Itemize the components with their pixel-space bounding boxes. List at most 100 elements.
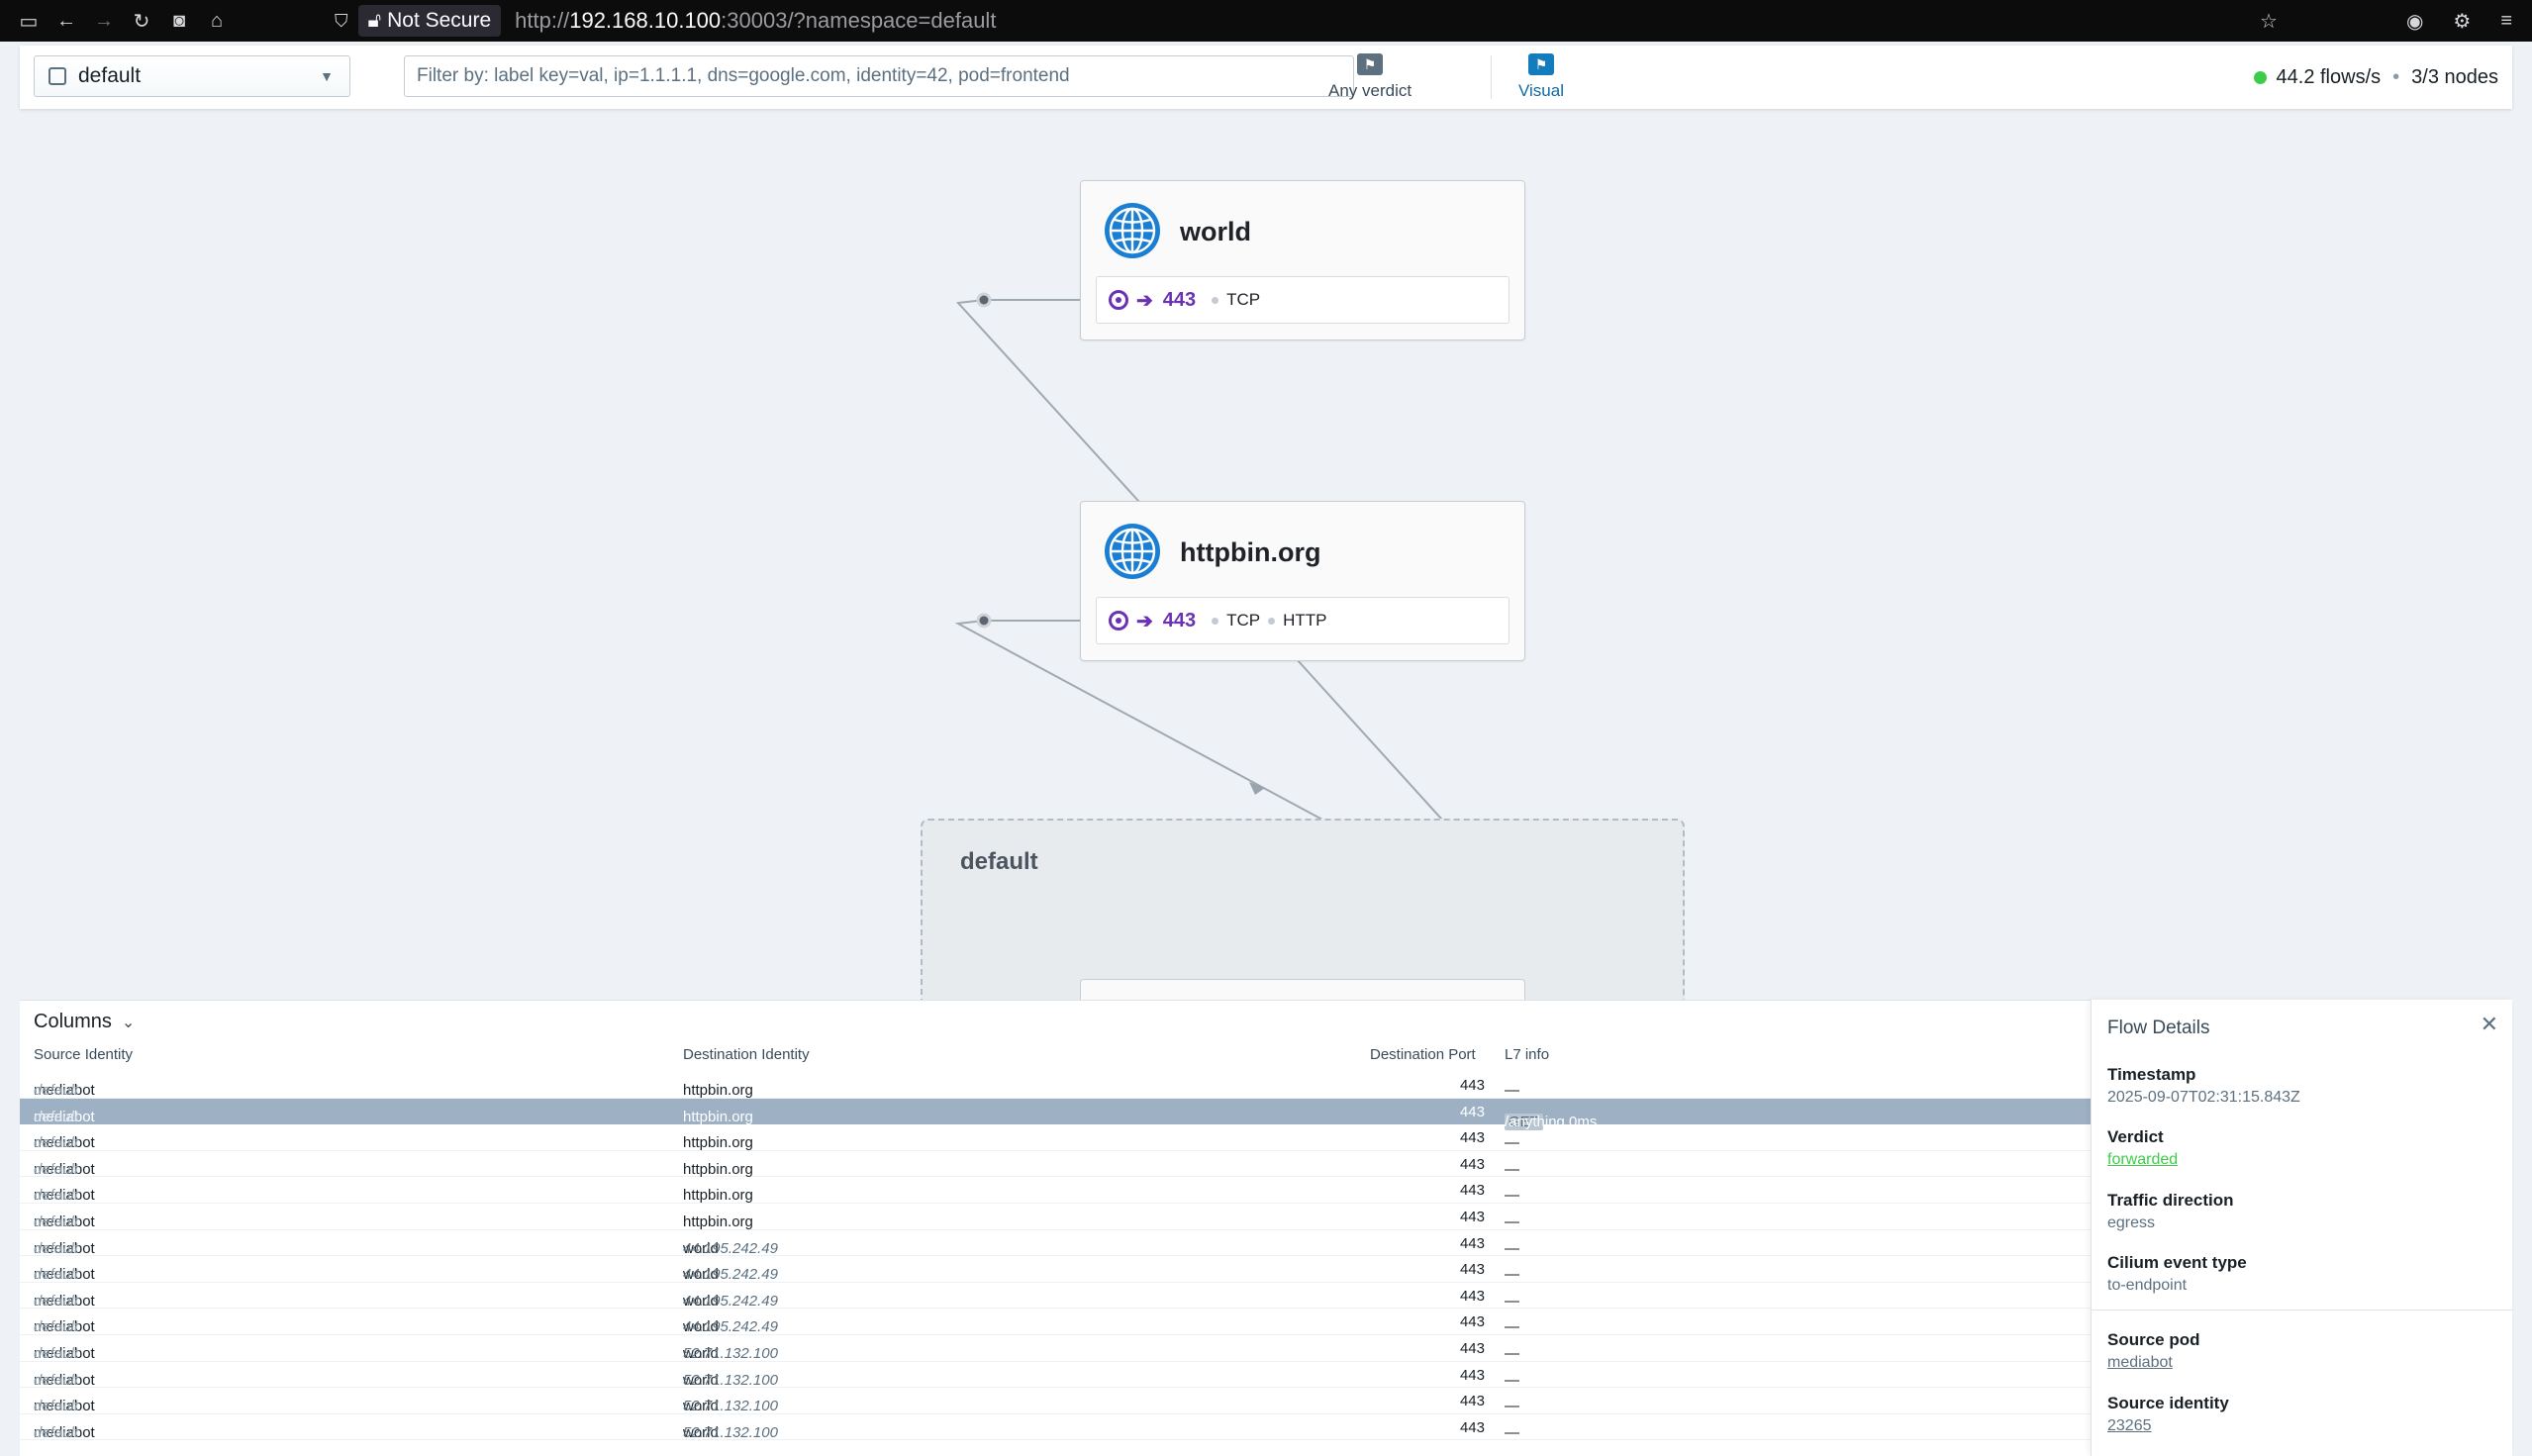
namespace-icon	[49, 67, 66, 85]
toolbar-divider	[1491, 55, 1492, 99]
menu-icon[interactable]: ≡	[2500, 10, 2512, 33]
globe-icon	[1105, 524, 1160, 579]
source-pod-link[interactable]: mediabot	[2107, 1354, 2200, 1372]
l7-info: —	[1505, 1318, 1519, 1336]
table-row[interactable]: mediabot default world 52.71.132.100 443—	[20, 1335, 2091, 1362]
verdict-icon: ⚑	[1357, 53, 1384, 75]
url-text[interactable]: http://192.168.10.100:30003/?namespace=d…	[515, 8, 996, 34]
status-dot	[2253, 70, 2267, 84]
connector-dot-httpbin	[976, 613, 992, 629]
table-row[interactable]: mediabot default world 52.71.132.100 443—	[20, 1388, 2091, 1414]
l7-info: —	[1505, 1266, 1519, 1284]
l7-info: —	[1505, 1239, 1519, 1257]
extensions-icon[interactable]: ⚙	[2453, 9, 2471, 34]
table-row[interactable]: mediabot default world 44.195.242.49 443—	[20, 1230, 2091, 1257]
back-icon[interactable]: ←	[51, 6, 81, 36]
field-timestamp: Timestamp 2025-09-07T02:31:15.843Z	[2107, 1065, 2300, 1106]
l7-info: —	[1505, 1398, 1519, 1415]
destination-port: 443	[1459, 1129, 1485, 1147]
chevron-down-icon: ⌄	[121, 1014, 136, 1031]
service-name: world	[1180, 217, 1251, 246]
table-header: Source Identity Destination Identity Des…	[20, 1046, 2091, 1068]
endpoint-port: 443	[1162, 288, 1197, 311]
bookmark-star-icon[interactable]: ☆	[2260, 9, 2278, 34]
shield-icon: ⛉	[335, 10, 348, 31]
reload-icon[interactable]: ↻	[127, 6, 156, 36]
protocol-http: HTTP	[1283, 611, 1327, 630]
table-row[interactable]: mediabot default httpbin.org 443—	[20, 1072, 2091, 1099]
table-row[interactable]: mediabot default world 52.71.132.100 443—	[20, 1414, 2091, 1441]
visual-toggle-button[interactable]: ⚑ Visual	[1518, 49, 1564, 105]
l7-info: —	[1505, 1187, 1519, 1205]
filter-input[interactable]	[404, 55, 1354, 97]
destination-port: 443	[1459, 1208, 1485, 1225]
header-destination[interactable]: Destination Identity	[683, 1046, 810, 1063]
destination-port: 443	[1459, 1261, 1485, 1279]
destination-port: 443	[1459, 1313, 1485, 1331]
destination-port: 443	[1459, 1418, 1485, 1436]
lock-icon: 🔓︎	[367, 9, 382, 32]
table-row[interactable]: mediabot default httpbin.org 443—	[20, 1204, 2091, 1230]
table-row[interactable]: mediabot default world 52.71.132.100 443—	[20, 1362, 2091, 1389]
table-row[interactable]: mediabot default world 44.195.242.49 443—	[20, 1283, 2091, 1310]
chevron-down-icon: ▼	[320, 68, 334, 84]
verdict-filter-button[interactable]: ⚑ Any verdict	[1328, 49, 1412, 105]
destination-port: 443	[1459, 1155, 1485, 1173]
protocol-tcp: TCP	[1226, 290, 1261, 309]
columns-button[interactable]: Columns ⌄	[34, 1011, 135, 1033]
source-identity-link[interactable]: 23265	[2107, 1417, 2229, 1435]
globe-icon	[1105, 203, 1160, 258]
service-card-httpbin[interactable]: httpbin.org ➔ 443 TCP HTTP	[1080, 501, 1525, 661]
service-card-mediabot[interactable]	[1080, 979, 1525, 1000]
endpoint-row[interactable]: ➔ 443 TCP HTTP	[1096, 597, 1509, 644]
table-row[interactable]: mediabot default world 44.195.242.49 443—	[20, 1256, 2091, 1283]
flow-details-panel: Flow Details ✕ Timestamp 2025-09-07T02:3…	[2091, 1000, 2513, 1456]
table-row[interactable]: mediabot defaulthttpbin.org 443→ GET /an…	[20, 1098, 2091, 1130]
browser-toolbar: ▭ ← → ↻ ◙ ⌂ ⛉ 🔓︎ Not Secure http://192.1…	[0, 0, 2532, 42]
home-icon[interactable]: ⌂	[202, 6, 232, 36]
nodes-count: 3/3 nodes	[2411, 65, 2498, 88]
sidebar-toggle-icon[interactable]: ▭	[14, 6, 44, 36]
l7-info: —	[1505, 1344, 1519, 1362]
details-title: Flow Details	[2107, 1018, 2210, 1038]
header-port[interactable]: Destination Port	[1370, 1046, 1476, 1063]
namespace-select[interactable]: default ▼	[34, 55, 350, 97]
destination-port: 443	[1459, 1103, 1485, 1120]
header-source[interactable]: Source Identity	[34, 1046, 133, 1063]
destination-port: 443	[1459, 1366, 1485, 1384]
destination-port: 443	[1459, 1234, 1485, 1252]
connector-dot-world	[976, 292, 992, 308]
l7-info: —	[1505, 1082, 1519, 1099]
flows-table-body: mediabot default httpbin.org 443— mediabot…	[20, 1072, 2091, 1441]
forward-icon[interactable]: →	[89, 6, 119, 36]
endpoint-row[interactable]: ➔ 443 TCP	[1096, 276, 1509, 324]
l7-info: —	[1505, 1134, 1519, 1152]
screenshot-icon[interactable]: ◙	[164, 6, 194, 36]
visual-icon: ⚑	[1528, 53, 1554, 75]
table-row[interactable]: mediabot default world 44.195.242.49 443—	[20, 1309, 2091, 1335]
service-name: httpbin.org	[1180, 537, 1321, 567]
account-icon[interactable]: ◉	[2406, 9, 2423, 34]
field-event-type: Cilium event type to-endpoint	[2107, 1253, 2247, 1294]
protocol-tcp: TCP	[1226, 611, 1261, 630]
url-bar[interactable]: ⛉ 🔓︎ Not Secure http://192.168.10.100:30…	[335, 4, 2314, 38]
service-map[interactable]: world ➔ 443 TCP httpbin.org ➔ 443 TCP HT…	[0, 109, 2532, 1000]
endpoint-port: 443	[1162, 609, 1197, 631]
l7-info: —	[1505, 1423, 1519, 1441]
destination-port: 443	[1459, 1077, 1485, 1094]
field-direction: Traffic direction egress	[2107, 1191, 2234, 1231]
header-l7[interactable]: L7 info	[1505, 1046, 1549, 1063]
flows-rate: 44.2 flows/s	[2276, 65, 2382, 88]
table-row[interactable]: mediabot default httpbin.org 443—	[20, 1177, 2091, 1204]
l7-info: —	[1505, 1213, 1519, 1230]
not-secure-badge[interactable]: 🔓︎ Not Secure	[357, 5, 502, 37]
close-icon[interactable]: ✕	[2481, 1012, 2498, 1037]
l7-info: —	[1505, 1292, 1519, 1310]
table-row[interactable]: mediabot default httpbin.org 443—	[20, 1151, 2091, 1178]
table-row[interactable]: mediabot default httpbin.org 443—	[20, 1124, 2091, 1151]
verdict-link[interactable]: forwarded	[2107, 1151, 2178, 1169]
destination-port: 443	[1459, 1287, 1485, 1305]
service-card-world[interactable]: world ➔ 443 TCP	[1080, 180, 1525, 340]
arrow-right-icon: ➔	[1136, 610, 1153, 632]
field-verdict: Verdict forwarded	[2107, 1127, 2179, 1169]
